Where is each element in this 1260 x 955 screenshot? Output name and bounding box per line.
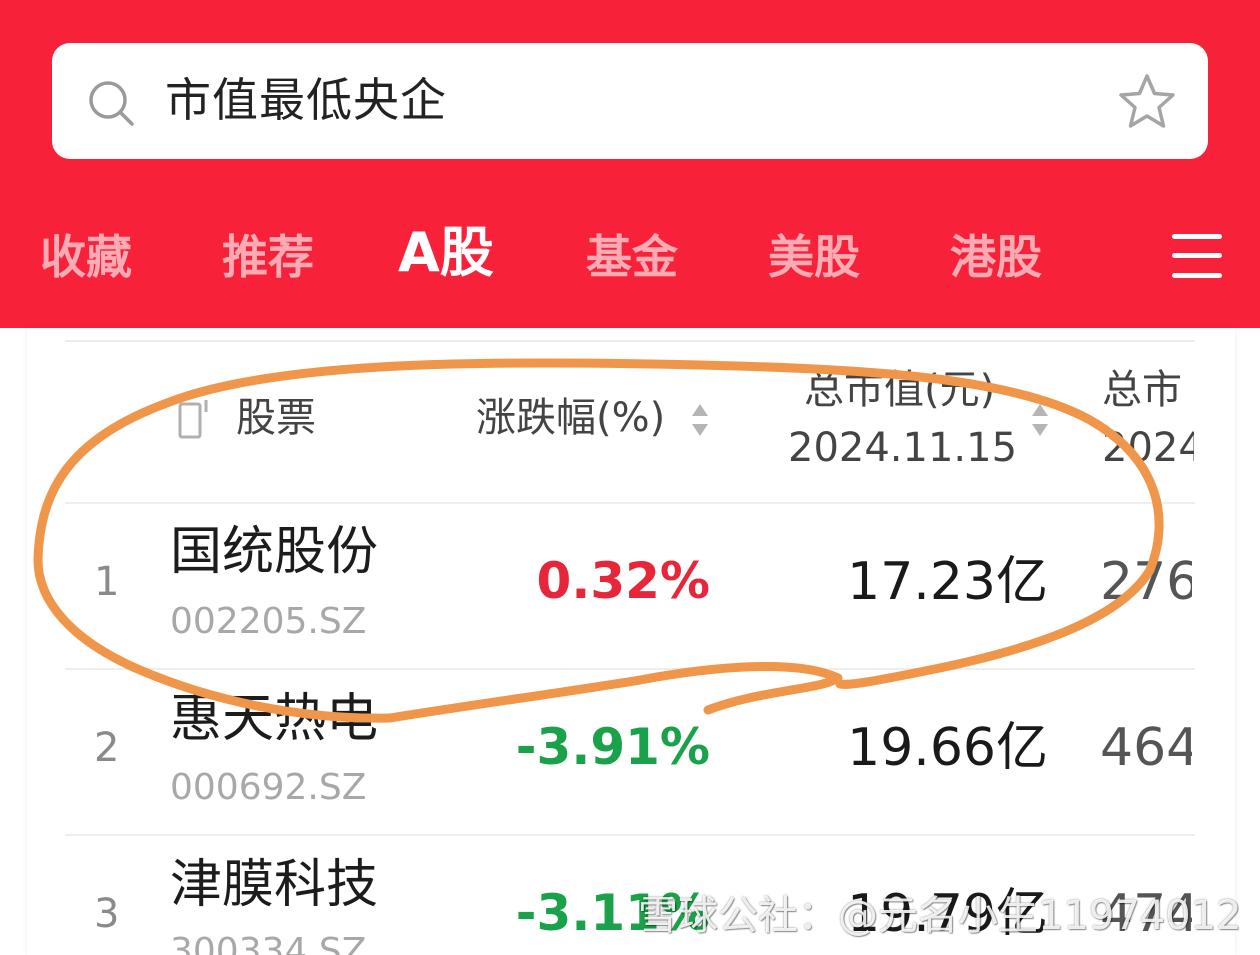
divider [65, 502, 1195, 504]
stock-code: 000692.SZ [170, 767, 367, 808]
stock-code: 300334.SZ [170, 931, 367, 955]
market-cap: 17.23亿 [847, 552, 1048, 612]
column-header-change[interactable]: 涨跌幅(%) [476, 394, 665, 442]
row-rank: 2 [94, 725, 120, 771]
stock-name[interactable]: 惠天热电 [170, 688, 378, 750]
tab-us-stocks[interactable]: 美股 [768, 222, 860, 292]
market-tabs: 收藏 推荐 A股 基金 美股 港股 [0, 221, 1260, 292]
stock-name[interactable]: 国统股份 [170, 521, 378, 583]
search-icon [89, 81, 134, 126]
search-query[interactable]: 市值最低央企 [165, 70, 447, 130]
hamburger-menu-icon[interactable] [1172, 232, 1222, 280]
next-column-value: 464/ [1100, 718, 1192, 778]
stock-name[interactable]: 津膜科技 [170, 854, 378, 916]
tab-a-shares[interactable]: A股 [398, 218, 494, 288]
sort-change-icon[interactable] [690, 402, 710, 442]
tab-recommend[interactable]: 推荐 [222, 222, 314, 292]
next-column-value: 276/ [1100, 552, 1192, 612]
divider [65, 340, 1195, 342]
app-root: 市值最低央企 收藏 推荐 A股 基金 美股 港股 股票 涨跌幅(%) 总市值(元… [0, 0, 1260, 955]
price-change: -3.91% [515, 718, 710, 776]
watermark-text: 雪球公社：@元名小生11974012 [638, 893, 1242, 939]
price-change: 0.32% [536, 552, 710, 610]
stock-code: 002205.SZ [170, 601, 367, 642]
phone-icon[interactable] [178, 396, 212, 440]
tab-favorites[interactable]: 收藏 [40, 222, 132, 292]
divider [65, 834, 1195, 836]
market-cap: 19.66亿 [847, 718, 1048, 778]
column-header-next: 总市 [1102, 367, 1182, 413]
column-header-next-date: 2024 [1102, 425, 1194, 471]
tab-hk-stocks[interactable]: 港股 [950, 222, 1042, 292]
row-rank: 1 [94, 559, 120, 605]
row-rank: 3 [94, 891, 120, 937]
sort-market-cap-icon[interactable] [1030, 402, 1050, 442]
column-header-market-cap[interactable]: 总市值(元) [804, 366, 995, 414]
tab-funds[interactable]: 基金 [586, 222, 678, 292]
divider [65, 668, 1195, 670]
column-header-stock: 股票 [236, 395, 316, 441]
column-header-market-cap-date: 2024.11.15 [788, 425, 1018, 471]
star-icon[interactable] [1116, 72, 1178, 132]
